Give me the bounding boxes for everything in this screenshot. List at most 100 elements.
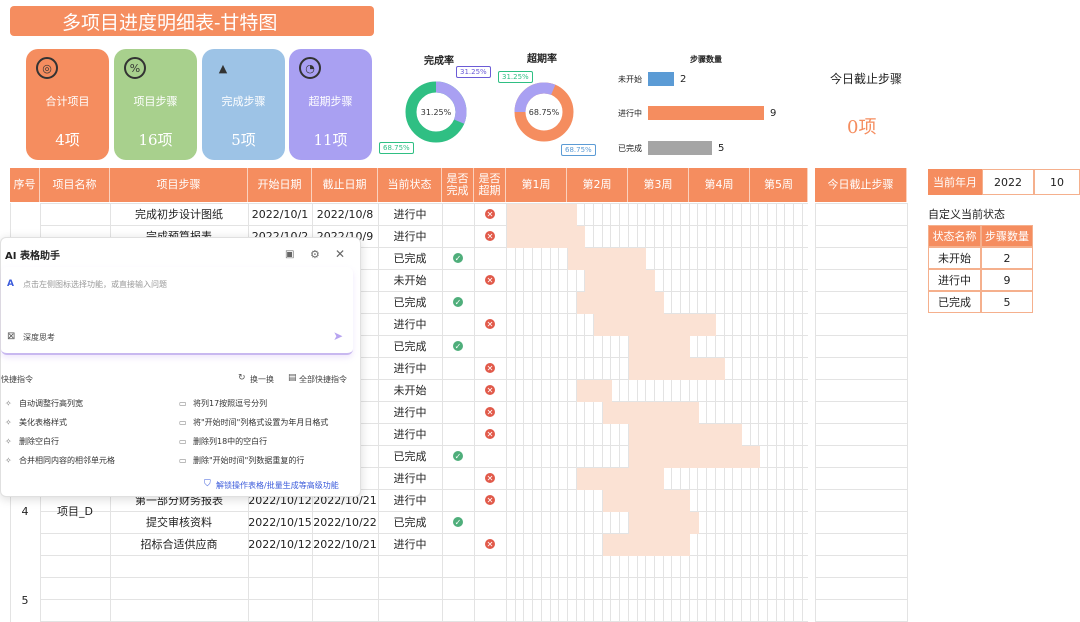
end-date-cell: 2022/10/8 bbox=[316, 207, 374, 221]
card-label: 完成步骤 bbox=[221, 95, 266, 108]
send-icon[interactable]: ➤ bbox=[333, 329, 343, 343]
col-header-week5: 第5周 bbox=[750, 168, 808, 202]
status-cell: 已完成 bbox=[393, 450, 427, 463]
overdue-cell: ✕ bbox=[474, 225, 506, 247]
gantt-col-divider bbox=[750, 203, 751, 622]
settings-icon[interactable]: ⚙ bbox=[310, 248, 320, 261]
col-header-step: 项目步骤 bbox=[110, 168, 248, 202]
gantt-bar bbox=[629, 358, 725, 380]
overdue-cell: ✕ bbox=[474, 467, 506, 489]
gantt-col-divider bbox=[767, 203, 768, 622]
row-divider bbox=[815, 401, 907, 402]
custom-status-count: 9 bbox=[981, 269, 1033, 291]
quick-command[interactable]: ✧ 自动调整行高列宽 bbox=[5, 398, 83, 409]
gantt-bar bbox=[577, 292, 664, 314]
col-header-week1: 第1周 bbox=[506, 168, 567, 202]
bar-row: 未开始 2 bbox=[618, 72, 686, 86]
gantt-col-divider bbox=[724, 203, 725, 622]
overdue-ring-title: 超期率 bbox=[527, 54, 557, 65]
status-cell: 未开始 bbox=[393, 384, 427, 397]
ai-input-box[interactable]: A 点击左侧图标选择功能，或直接输入问题 ⊠ 深度思考 ➤ bbox=[1, 267, 353, 355]
end-date-cell: 2022/10/21 bbox=[313, 537, 377, 551]
custom-status-name: 已完成 bbox=[928, 291, 981, 313]
pin-icon[interactable]: ▣ bbox=[285, 249, 294, 260]
card-total-projects: ◎ 合计项目 4项 bbox=[26, 49, 109, 160]
completion-ring-title: 完成率 bbox=[424, 56, 454, 67]
command-label: 删除"开始时间"列数据重复的行 bbox=[193, 456, 305, 465]
gantt-bar bbox=[629, 512, 699, 534]
status-cell: 已完成 bbox=[393, 296, 427, 309]
done-cell: ✓ bbox=[442, 247, 474, 269]
gantt-bar bbox=[568, 248, 646, 270]
row-divider bbox=[815, 489, 907, 490]
gantt-bar bbox=[603, 402, 699, 424]
quick-command[interactable]: ▭ 将列17按照逗号分列 bbox=[179, 398, 267, 409]
status-cell: 进行中 bbox=[393, 472, 427, 485]
col-header-done: 是否完成 bbox=[442, 168, 474, 202]
lifebuoy-icon: ◎ bbox=[36, 57, 58, 79]
ring-callout: 68.75% bbox=[561, 144, 596, 156]
gantt-col-divider bbox=[558, 203, 559, 622]
row-divider bbox=[815, 357, 907, 358]
deep-think-toggle[interactable]: 深度思考 bbox=[23, 332, 55, 343]
card-overdue-steps: ◔ 超期步骤 11项 bbox=[289, 49, 372, 160]
quick-command[interactable]: ▭ 删除"开始时间"列数据重复的行 bbox=[179, 455, 304, 466]
gantt-bar bbox=[577, 380, 612, 402]
quick-command[interactable]: ▭ 将"开始时间"列格式设置为年月日格式 bbox=[179, 417, 328, 428]
row-divider bbox=[815, 555, 907, 556]
gantt-col-divider bbox=[784, 203, 785, 622]
gantt-col-divider bbox=[732, 203, 733, 622]
gantt-bar bbox=[603, 490, 690, 512]
chart-title: 步骤数量 bbox=[690, 55, 722, 64]
ai-input-placeholder[interactable]: 点击左侧图标选择功能，或直接输入问题 bbox=[23, 279, 167, 290]
custom-status-count: 2 bbox=[981, 247, 1033, 269]
check-icon: ✓ bbox=[453, 451, 463, 461]
col-header-status: 当前状态 bbox=[378, 168, 442, 202]
row-divider bbox=[40, 599, 808, 600]
check-icon: ✓ bbox=[453, 253, 463, 263]
gantt-col-divider bbox=[776, 203, 777, 622]
overdue-cell: ✕ bbox=[474, 203, 506, 225]
card-completed-steps: ▲ 完成步骤 5项 bbox=[202, 49, 285, 160]
unlock-features-link[interactable]: 解锁操作表格/批量生成等高级功能 bbox=[216, 480, 339, 491]
done-cell: ✓ bbox=[442, 291, 474, 313]
status-cell: 进行中 bbox=[393, 428, 427, 441]
index-cell: 5 bbox=[21, 593, 29, 607]
card-value: 4项 bbox=[55, 131, 80, 149]
overdue-cell: ✕ bbox=[474, 357, 506, 379]
custom-status-title: 自定义当前状态 bbox=[928, 208, 1005, 221]
ai-assistant-panel: AI 表格助手 ▣ ⚙ ✕ A 点击左侧图标选择功能，或直接输入问题 ⊠ 深度思… bbox=[0, 237, 361, 497]
quick-command[interactable]: ✧ 合并相同内容的相邻单元格 bbox=[5, 455, 115, 466]
quick-command[interactable]: ▭ 删除列18中的空白行 bbox=[179, 436, 267, 447]
gantt-bar bbox=[629, 424, 742, 446]
status-cell: 进行中 bbox=[393, 406, 427, 419]
custom-status-header: 步骤数量 bbox=[981, 225, 1033, 247]
quick-command[interactable]: ✧ 美化表格样式 bbox=[5, 417, 67, 428]
status-cell: 未开始 bbox=[393, 274, 427, 287]
grid-icon[interactable]: ▤ bbox=[288, 373, 297, 383]
col-header-index: 序号 bbox=[10, 168, 40, 202]
current-month-label: 当前年月 bbox=[928, 169, 982, 195]
col-header-overdue: 是否超期 bbox=[474, 168, 506, 202]
gantt-col-divider bbox=[741, 203, 742, 622]
current-month-value[interactable]: 10 bbox=[1034, 169, 1080, 195]
gantt-bar bbox=[629, 336, 690, 358]
project-name-cell: 项目_D bbox=[57, 505, 93, 518]
close-icon[interactable]: ✕ bbox=[335, 247, 345, 261]
start-date-cell: 2022/10/15 bbox=[248, 515, 312, 529]
quick-command[interactable]: ✧ 删除空白行 bbox=[5, 436, 59, 447]
refresh-icon[interactable]: ↻ bbox=[238, 373, 246, 383]
col-divider bbox=[815, 203, 816, 622]
gantt-col-divider bbox=[541, 203, 542, 622]
custom-status-count: 5 bbox=[981, 291, 1033, 313]
all-commands-button[interactable]: 全部快捷指令 bbox=[299, 374, 347, 385]
switch-button[interactable]: 换一换 bbox=[250, 374, 274, 385]
card-value: 5项 bbox=[231, 131, 256, 149]
overdue-cell: ✕ bbox=[474, 423, 506, 445]
step-cell: 提交审核资料 bbox=[146, 516, 212, 529]
gantt-bar bbox=[629, 446, 760, 468]
current-year-value[interactable]: 2022 bbox=[982, 169, 1034, 195]
cross-icon: ✕ bbox=[485, 363, 495, 373]
bar-value-label: 5 bbox=[718, 142, 725, 154]
bar bbox=[648, 72, 674, 86]
